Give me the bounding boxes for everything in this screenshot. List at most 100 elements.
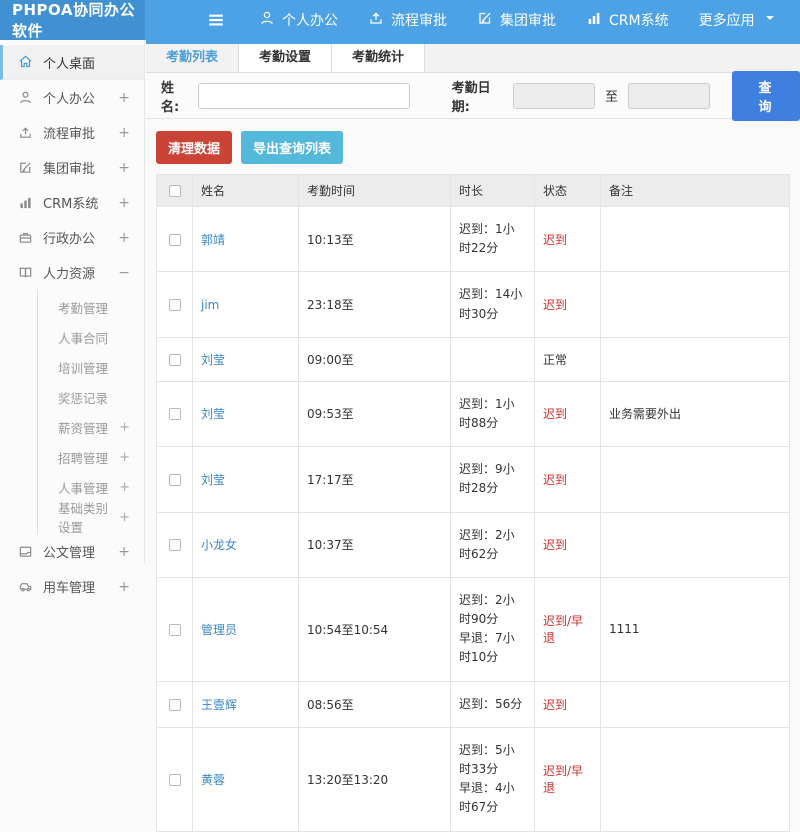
employee-name-link[interactable]: 小龙女 [201,538,237,552]
expand-toggle-icon[interactable]: + [118,90,130,106]
sidebar-item-6[interactable]: 人力资源 − [0,255,144,290]
caret-down-icon [762,10,778,30]
sidebar-subitem-1[interactable]: 人事合同 [38,322,144,352]
sidebar-subitem-7[interactable]: 基础类别设置 + [38,502,144,532]
expand-toggle-icon[interactable]: + [118,579,130,595]
sidebar-item-5[interactable]: 行政办公 + [0,220,144,255]
sidebar-item-8[interactable]: 用车管理 + [0,569,144,604]
sidebar-item-1[interactable]: 个人办公 + [0,80,144,115]
table-row: 刘莹 09:00至 正常 [157,337,790,381]
col-time: 考勤时间 [299,175,451,207]
attendance-time-cell: 10:37至 [299,512,451,577]
name-input[interactable] [198,83,410,109]
query-button[interactable]: 查 询 [732,71,800,121]
row-checkbox[interactable] [169,624,181,636]
expand-toggle-icon[interactable]: − [118,265,130,281]
row-checkbox[interactable] [169,299,181,311]
expand-toggle-icon[interactable]: + [118,125,130,141]
employee-name-link[interactable]: 刘莹 [201,353,225,367]
topnav-item-1[interactable]: 流程审批 [368,10,447,30]
sidebar-subitem-5[interactable]: 招聘管理 + [38,442,144,472]
clean-data-button[interactable]: 清理数据 [156,131,232,164]
row-checkbox[interactable] [169,539,181,551]
attendance-time-cell: 17:17至 [299,447,451,512]
status-cell: 迟到/早退 [535,577,601,681]
expand-toggle-icon[interactable]: + [119,420,130,435]
sidebar-item-4[interactable]: CRM系统 + [0,185,144,220]
row-checkbox[interactable] [169,474,181,486]
home-icon [18,54,34,70]
note-cell [601,727,790,831]
book-icon [18,265,34,281]
menu-toggle-button[interactable] [207,0,225,40]
table-row: 小龙女 10:37至 迟到：2小时62分 迟到 [157,512,790,577]
tab-0[interactable]: 考勤列表 [146,44,239,72]
sidebar-item-2[interactable]: 流程审批 + [0,115,144,150]
expand-toggle-icon[interactable]: + [118,544,130,560]
note-cell [601,337,790,381]
topnav-item-0[interactable]: 个人办公 [259,10,338,30]
action-buttons: 清理数据 导出查询列表 [146,119,800,174]
sidebar-item-7[interactable]: 公文管理 + [0,534,144,569]
expand-toggle-icon[interactable]: + [118,160,130,176]
employee-name-link[interactable]: 刘莹 [201,473,225,487]
expand-toggle-icon[interactable]: + [118,230,130,246]
topnav-item-2[interactable]: 集团审批 [477,10,556,30]
attendance-time-cell: 10:13至 [299,207,451,272]
note-cell [601,447,790,512]
sidebar-submenu: 考勤管理 人事合同 培训管理 奖惩记录 薪资管理 + 招聘管理 + 人事管理 +… [37,290,144,534]
attendance-time-cell: 13:20至13:20 [299,727,451,831]
row-checkbox[interactable] [169,408,181,420]
row-checkbox[interactable] [169,234,181,246]
attendance-table: 姓名 考勤时间 时长 状态 备注 郭靖 10:13至 迟到：1小时22分 迟到 … [156,174,790,832]
table-row: 刘莹 09:53至 迟到：1小时88分 迟到 业务需要外出 [157,381,790,446]
employee-name-link[interactable]: 刘莹 [201,407,225,421]
expand-toggle-icon[interactable]: + [119,480,130,495]
search-bar: 姓名: 考勤日期: 至 查 询 [146,73,800,119]
col-status: 状态 [535,175,601,207]
tab-1[interactable]: 考勤设置 [239,44,332,72]
duration-cell: 迟到：56分 [451,681,535,727]
flow-icon [18,125,34,141]
chart-icon [586,10,602,30]
edit-icon [18,160,34,176]
status-cell: 迟到 [535,447,601,512]
sidebar-subitem-2[interactable]: 培训管理 [38,352,144,382]
expand-toggle-icon[interactable]: + [119,450,130,465]
row-checkbox[interactable] [169,699,181,711]
topnav-item-4[interactable]: 更多应用 [699,10,778,30]
sidebar-subitem-0[interactable]: 考勤管理 [38,292,144,322]
date-to-label: 至 [605,86,618,105]
employee-name-link[interactable]: 黄蓉 [201,773,225,787]
employee-name-link[interactable]: 管理员 [201,623,237,637]
expand-toggle-icon[interactable]: + [118,195,130,211]
main-content: 考勤列表考勤设置考勤统计 姓名: 考勤日期: 至 查 询 清理数据 导出查询列表… [146,40,800,563]
sidebar-item-3[interactable]: 集团审批 + [0,150,144,185]
col-note: 备注 [601,175,790,207]
tab-2[interactable]: 考勤统计 [332,44,425,72]
export-list-button[interactable]: 导出查询列表 [241,131,343,164]
name-label: 姓名: [161,77,190,115]
duration-cell: 迟到：14小时30分 [451,272,535,337]
employee-name-link[interactable]: 郭靖 [201,233,225,247]
sidebar-subitem-4[interactable]: 薪资管理 + [38,412,144,442]
topnav-item-3[interactable]: CRM系统 [586,10,669,30]
user-icon [259,10,275,30]
select-all-checkbox[interactable] [169,185,181,197]
status-cell: 迟到 [535,207,601,272]
sidebar-subitem-3[interactable]: 奖惩记录 [38,382,144,412]
expand-toggle-icon[interactable]: + [119,510,130,525]
status-cell: 迟到/早退 [535,727,601,831]
row-checkbox[interactable] [169,774,181,786]
duration-cell: 迟到：9小时28分 [451,447,535,512]
status-cell: 迟到 [535,381,601,446]
employee-name-link[interactable]: jim [201,298,219,312]
row-checkbox[interactable] [169,354,181,366]
attendance-time-cell: 09:00至 [299,337,451,381]
employee-name-link[interactable]: 王壹辉 [201,698,237,712]
sidebar-item-0[interactable]: 个人桌面 [0,45,144,80]
note-cell [601,512,790,577]
status-cell: 迟到 [535,272,601,337]
date-from-input[interactable] [513,83,595,109]
date-to-input[interactable] [628,83,710,109]
